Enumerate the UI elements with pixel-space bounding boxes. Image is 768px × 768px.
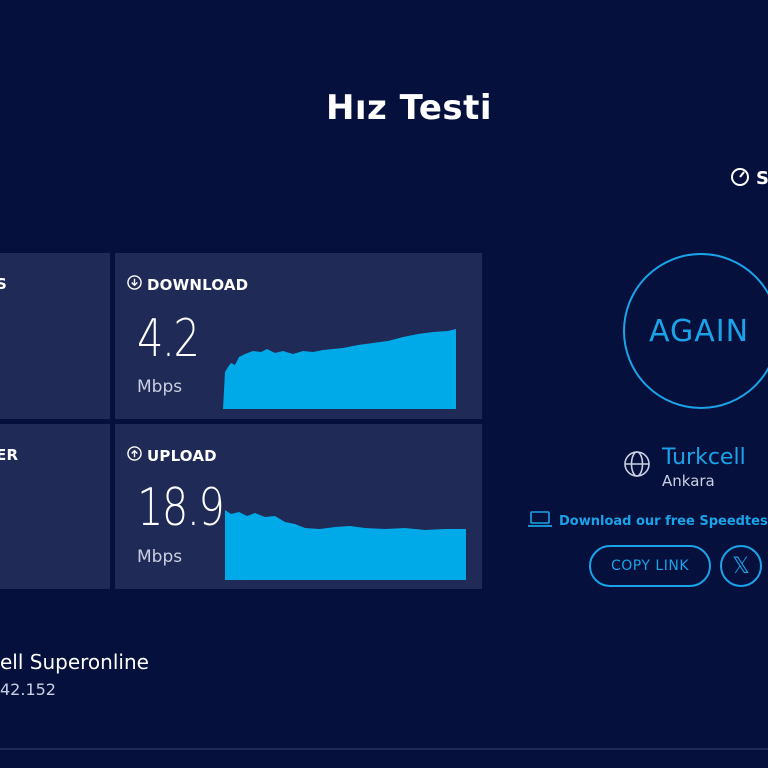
ping-label: S (0, 275, 8, 293)
bottom-divider (0, 748, 768, 750)
server-name[interactable]: Turkcell (662, 445, 746, 470)
upload-label-row: UPLOAD (127, 446, 217, 465)
upload-graph (225, 510, 466, 580)
provider-ip: 42.152 (0, 680, 56, 699)
jitter-panel: ER (0, 424, 110, 589)
download-value: 4.2 (137, 309, 200, 369)
ping-panel: S (0, 253, 110, 419)
upload-label: UPLOAD (147, 446, 217, 465)
upload-arrow-icon (127, 446, 142, 465)
provider-name: ell Superonline (0, 650, 149, 674)
again-label: AGAIN (649, 314, 750, 349)
server-info[interactable]: Turkcell Ankara (622, 445, 746, 490)
page-title: Hız Testi (325, 88, 493, 128)
speedometer-icon (730, 166, 750, 190)
app-download-link[interactable]: Download our free Speedtest (528, 510, 768, 532)
jitter-label: ER (0, 446, 19, 464)
share-x-button[interactable]: 𝕏 (720, 545, 762, 587)
upload-panel: UPLOAD 18.9 Mbps (115, 424, 482, 589)
globe-icon (622, 449, 652, 483)
results-link-label: S (756, 167, 768, 189)
app-download-label: Download our free Speedtest (559, 513, 768, 529)
copy-link-button[interactable]: COPY LINK (589, 545, 711, 587)
upload-unit: Mbps (137, 547, 183, 567)
results-link[interactable]: S (730, 166, 768, 190)
download-arrow-icon (127, 275, 142, 294)
server-location: Ankara (662, 472, 715, 490)
laptop-icon (528, 510, 552, 532)
download-panel: DOWNLOAD 4.2 Mbps (115, 253, 482, 419)
again-button[interactable]: AGAIN (623, 253, 768, 409)
provider-info: ell Superonline 42.152 (0, 650, 149, 699)
upload-value: 18.9 (137, 478, 225, 538)
x-logo-icon: 𝕏 (732, 553, 750, 579)
download-unit: Mbps (137, 377, 183, 397)
download-label-row: DOWNLOAD (127, 275, 248, 294)
download-label: DOWNLOAD (147, 275, 249, 294)
download-graph (223, 329, 456, 409)
